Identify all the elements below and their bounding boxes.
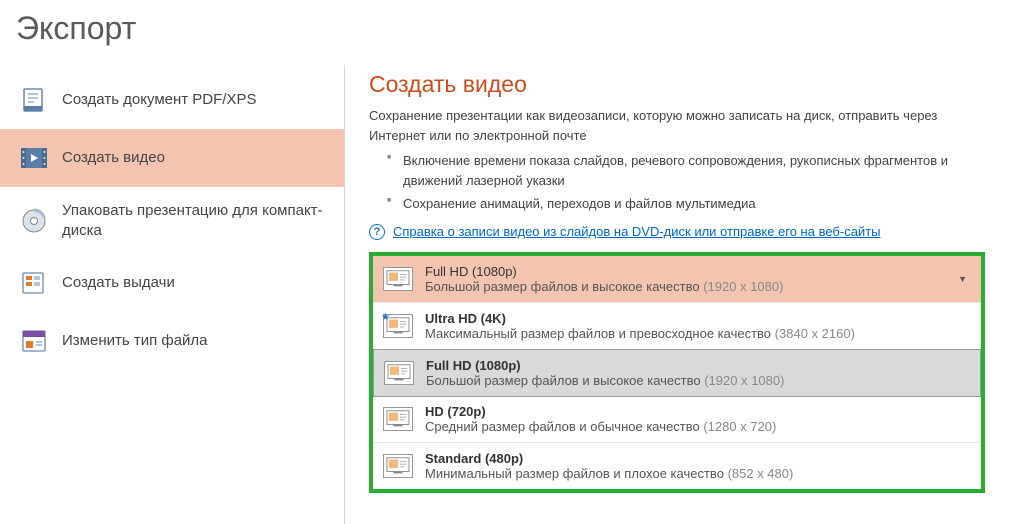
quality-option-1080p[interactable]: Full HD (1080p) Большой размер файлов и … <box>373 349 981 397</box>
sidebar-item-label: Изменить тип файла <box>62 331 208 351</box>
quality-subtitle: Максимальный размер файлов и превосходно… <box>425 326 971 341</box>
star-icon: ★ <box>381 312 390 323</box>
sidebar-item-package-cd[interactable]: Упаковать презентацию для компакт-диска <box>0 187 344 254</box>
quality-subtitle: Большой размер файлов и высокое качество… <box>426 373 970 388</box>
sidebar-item-create-video[interactable]: Создать видео <box>0 129 344 187</box>
handouts-icon <box>20 269 48 297</box>
change-filetype-icon <box>20 327 48 355</box>
quality-option-4k[interactable]: ★ Ultra HD (4K) Максимальный размер файл… <box>373 303 981 350</box>
quality-title: Standard (480p) <box>425 451 971 466</box>
main-heading: Создать видео <box>369 65 985 98</box>
monitor-icon <box>383 454 413 478</box>
option-text: HD (720p) Средний размер файлов и обычно… <box>425 404 971 434</box>
quality-title: HD (720p) <box>425 404 971 419</box>
quality-title: Ultra HD (4K) <box>425 311 971 326</box>
feature-bullets: Включение времени показа слайдов, речево… <box>387 151 985 214</box>
chevron-down-icon: ▼ <box>958 274 971 284</box>
main-description: Сохранение презентации как видеозаписи, … <box>369 106 985 145</box>
option-text: Ultra HD (4K) Максимальный размер файлов… <box>425 311 971 341</box>
quality-subtitle: Большой размер файлов и высокое качество… <box>425 279 946 294</box>
sidebar-item-pdf-xps[interactable]: Создать документ PDF/XPS <box>0 71 344 129</box>
sidebar-item-change-filetype[interactable]: Изменить тип файла <box>0 312 344 370</box>
monitor-icon <box>383 267 413 291</box>
sidebar-item-label: Создать выдачи <box>62 273 175 293</box>
quality-dropdown-selected[interactable]: Full HD (1080p) Большой размер файлов и … <box>373 256 981 303</box>
monitor-icon <box>383 407 413 431</box>
pdf-xps-icon <box>20 86 48 114</box>
sidebar-item-label: Создать документ PDF/XPS <box>62 90 257 110</box>
quality-title: Full HD (1080p) <box>425 264 946 279</box>
bullet-item: Сохранение анимаций, переходов и файлов … <box>387 194 985 214</box>
dropdown-selected-text: Full HD (1080p) Большой размер файлов и … <box>425 264 946 294</box>
create-video-icon <box>20 144 48 172</box>
help-icon: ? <box>369 224 385 240</box>
quality-option-720p[interactable]: HD (720p) Средний размер файлов и обычно… <box>373 396 981 443</box>
option-text: Standard (480p) Минимальный размер файло… <box>425 451 971 481</box>
quality-option-480p[interactable]: Standard (480p) Минимальный размер файло… <box>373 443 981 489</box>
monitor-icon: ★ <box>383 314 413 338</box>
quality-subtitle: Средний размер файлов и обычное качество… <box>425 419 971 434</box>
bullet-item: Включение времени показа слайдов, речево… <box>387 151 985 190</box>
help-link[interactable]: Справка о записи видео из слайдов на DVD… <box>393 224 881 239</box>
export-sidebar: Создать документ PDF/XPS Создать видео У… <box>0 65 345 524</box>
sidebar-item-handouts[interactable]: Создать выдачи <box>0 254 344 312</box>
help-row: ? Справка о записи видео из слайдов на D… <box>369 224 985 240</box>
quality-subtitle: Минимальный размер файлов и плохое качес… <box>425 466 971 481</box>
main-panel: Создать видео Сохранение презентации как… <box>345 65 1009 524</box>
page-title: Экспорт <box>0 0 1009 65</box>
sidebar-item-label: Создать видео <box>62 148 165 168</box>
sidebar-item-label: Упаковать презентацию для компакт-диска <box>62 201 328 240</box>
cd-icon <box>20 207 48 235</box>
monitor-icon <box>384 361 414 385</box>
quality-title: Full HD (1080p) <box>426 358 970 373</box>
export-container: Создать документ PDF/XPS Создать видео У… <box>0 65 1009 524</box>
option-text: Full HD (1080p) Большой размер файлов и … <box>426 358 970 388</box>
quality-dropdown: Full HD (1080p) Большой размер файлов и … <box>369 252 985 493</box>
